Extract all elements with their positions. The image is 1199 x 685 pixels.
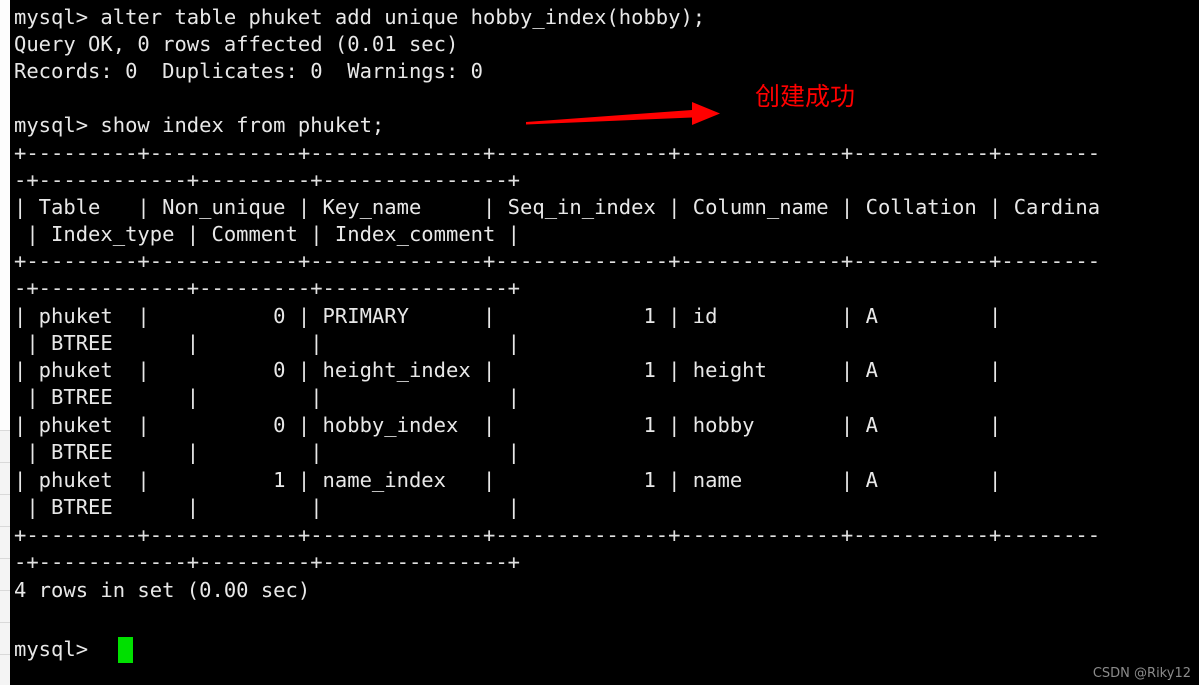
terminal-line-records: Records: 0 Duplicates: 0 Warnings: 0 [14, 59, 483, 83]
table-row-part2: | BTREE | | | [14, 495, 521, 519]
terminal-line-query-ok: Query OK, 0 rows affected (0.01 sec) [14, 32, 459, 56]
left-strip-divider [0, 462, 10, 463]
terminal-prompt: mysql> [14, 637, 89, 661]
watermark-label: CSDN @Riky12 [1092, 666, 1191, 681]
table-separator-top-part1: +---------+------------+--------------+-… [14, 141, 1101, 165]
table-row-part2: | BTREE | | | [14, 331, 521, 355]
left-strip-divider [0, 590, 10, 591]
left-strip-divider [0, 494, 10, 495]
left-strip-divider [0, 430, 10, 431]
terminal-line-command-alter: mysql> alter table phuket add unique hob… [14, 5, 706, 29]
row-count-status: 4 rows in set (0.00 sec) [14, 578, 311, 602]
table-separator-top-part2: -+------------+---------+---------------… [14, 168, 521, 192]
table-separator-bottom-part1: +---------+------------+--------------+-… [14, 523, 1101, 547]
left-strip-divider [0, 622, 10, 623]
table-row-part2: | BTREE | | | [14, 440, 521, 464]
table-row-part1: | phuket | 0 | hobby_index | 1 | hobby |… [14, 413, 1002, 437]
table-row-part1: | phuket | 0 | height_index | 1 | height… [14, 358, 1002, 382]
page-left-edge-strip [0, 0, 10, 685]
red-arrow-right-icon [526, 102, 720, 125]
text-cursor [118, 637, 133, 663]
left-strip-divider [0, 526, 10, 527]
table-row-part2: | BTREE | | | [14, 385, 521, 409]
terminal-screenshot: mysql> alter table phuket add unique hob… [0, 0, 1199, 685]
table-separator-mid-part1: +---------+------------+--------------+-… [14, 249, 1101, 273]
table-header-row-part2: | Index_type | Comment | Index_comment | [14, 222, 521, 246]
table-separator-mid-part2: -+------------+---------+---------------… [14, 276, 521, 300]
table-header-row-part1: | Table | Non_unique | Key_name | Seq_in… [14, 195, 1101, 219]
terminal-line-command-show: mysql> show index from phuket; [14, 113, 385, 137]
left-strip-divider [0, 558, 10, 559]
left-strip-divider [0, 654, 10, 655]
annotation-label-creation-success: 创建成功 [755, 82, 856, 111]
table-row-part1: | phuket | 0 | PRIMARY | 1 | id | A | [14, 304, 1002, 328]
table-row-part1: | phuket | 1 | name_index | 1 | name | A… [14, 468, 1002, 492]
table-separator-bottom-part2: -+------------+---------+---------------… [14, 550, 521, 574]
